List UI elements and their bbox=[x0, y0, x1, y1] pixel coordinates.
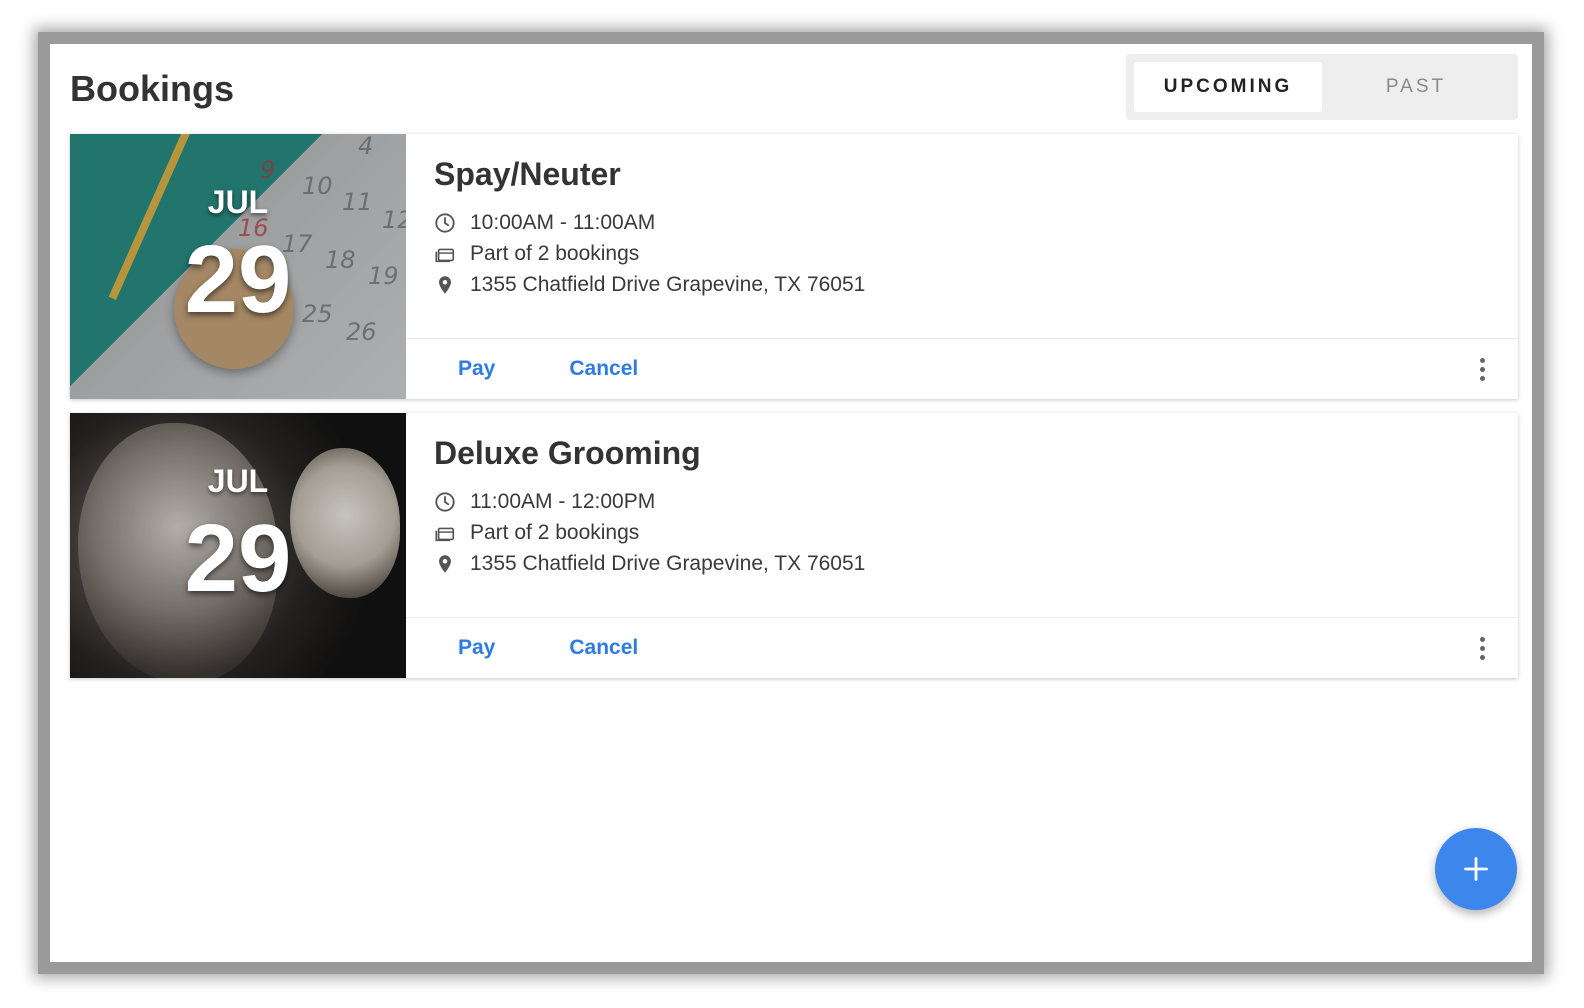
pay-button[interactable]: Pay bbox=[458, 636, 495, 660]
booking-address: 1355 Chatfield Drive Grapevine, TX 76051 bbox=[470, 272, 866, 296]
pay-button[interactable]: Pay bbox=[458, 357, 495, 381]
booking-address: 1355 Chatfield Drive Grapevine, TX 76051 bbox=[470, 551, 866, 575]
more-vertical-icon[interactable] bbox=[1470, 349, 1494, 389]
booking-title: Spay/Neuter bbox=[434, 156, 621, 192]
booking-month: JUL bbox=[207, 463, 269, 499]
booking-tabs: UPCOMING PAST bbox=[1126, 54, 1518, 120]
bookings-stack-icon bbox=[434, 243, 456, 265]
location-pin-icon bbox=[434, 553, 456, 575]
location-pin-icon bbox=[434, 274, 456, 296]
booking-info: Spay/Neuter 10:00AM - 11:00AM Part of 2 … bbox=[406, 134, 1518, 339]
booking-group: Part of 2 bookings bbox=[470, 241, 640, 265]
booking-actions: Pay Cancel bbox=[406, 339, 1518, 399]
app-window: Bookings UPCOMING PAST 4 9 10 11 12 16 1… bbox=[38, 32, 1544, 974]
plus-icon bbox=[1464, 857, 1488, 881]
more-vertical-icon[interactable] bbox=[1470, 628, 1494, 668]
tab-past[interactable]: PAST bbox=[1322, 62, 1510, 112]
cancel-button[interactable]: Cancel bbox=[569, 636, 638, 660]
booking-details: Deluxe Grooming 11:00AM - 12:00PM Part o… bbox=[406, 413, 1518, 678]
booking-day: 29 bbox=[184, 505, 292, 612]
booking-time: 10:00AM - 11:00AM bbox=[470, 210, 656, 234]
booking-card: JUL 29 Deluxe Grooming 11:00AM - 12:00PM… bbox=[70, 413, 1518, 678]
booking-month: JUL bbox=[207, 184, 269, 220]
booking-address-row: 1355 Chatfield Drive Grapevine, TX 76051 bbox=[434, 548, 1488, 579]
booking-title: Deluxe Grooming bbox=[434, 435, 701, 471]
cancel-button[interactable]: Cancel bbox=[569, 357, 638, 381]
booking-time: 11:00AM - 12:00PM bbox=[470, 489, 656, 513]
clock-icon bbox=[434, 212, 456, 234]
booking-details: Spay/Neuter 10:00AM - 11:00AM Part of 2 … bbox=[406, 134, 1518, 399]
booking-card: 4 9 10 11 12 16 17 18 19 25 26 JUL 29 Sp… bbox=[70, 134, 1518, 399]
booking-group: Part of 2 bookings bbox=[470, 520, 640, 544]
booking-group-row: Part of 2 bookings bbox=[434, 238, 1488, 269]
clock-icon bbox=[434, 491, 456, 513]
booking-info: Deluxe Grooming 11:00AM - 12:00PM Part o… bbox=[406, 413, 1518, 618]
tab-upcoming[interactable]: UPCOMING bbox=[1134, 62, 1322, 112]
booking-day: 29 bbox=[184, 226, 292, 333]
booking-image-dogs: JUL 29 bbox=[70, 413, 406, 678]
booking-time-row: 11:00AM - 12:00PM bbox=[434, 486, 1488, 517]
bookings-stack-icon bbox=[434, 522, 456, 544]
booking-time-row: 10:00AM - 11:00AM bbox=[434, 207, 1488, 238]
booking-actions: Pay Cancel bbox=[406, 618, 1518, 678]
booking-group-row: Part of 2 bookings bbox=[434, 517, 1488, 548]
booking-image-calendar: 4 9 10 11 12 16 17 18 19 25 26 JUL 29 bbox=[70, 134, 406, 399]
page-title: Bookings bbox=[70, 68, 235, 109]
add-booking-button[interactable] bbox=[1435, 828, 1517, 910]
booking-address-row: 1355 Chatfield Drive Grapevine, TX 76051 bbox=[434, 269, 1488, 300]
